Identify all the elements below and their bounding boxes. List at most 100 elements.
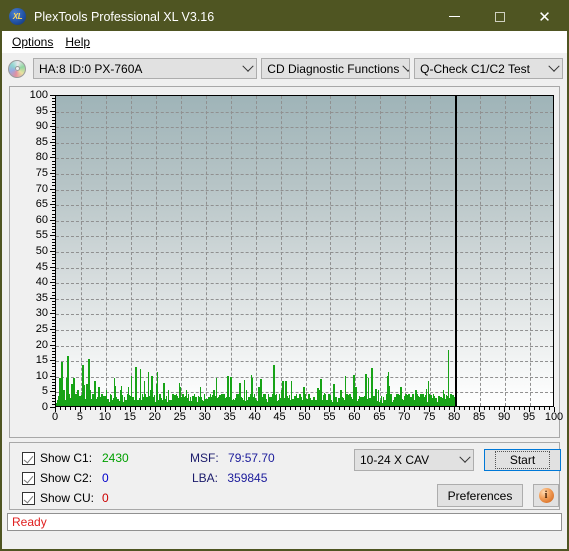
chart-y-tick-label: 5 bbox=[41, 385, 48, 398]
chart-y-tick bbox=[52, 294, 55, 296]
chart-y-tick bbox=[52, 332, 55, 334]
chart-y-tick bbox=[52, 119, 55, 121]
chart-gridline-h bbox=[56, 345, 553, 347]
chart-x-tick-label: 90 bbox=[497, 411, 511, 423]
chart-x-tick bbox=[189, 407, 191, 410]
chart-x-tick bbox=[99, 407, 101, 410]
chart-x-tick-label: 100 bbox=[544, 411, 564, 423]
chart-y-tick bbox=[52, 257, 55, 259]
preferences-button-label: Preferences bbox=[447, 488, 513, 503]
menu-help-label: Help bbox=[65, 35, 91, 49]
chart-gridline-h bbox=[56, 111, 553, 113]
chart-y-tick-label: 65 bbox=[35, 198, 48, 211]
chart-x-tick bbox=[219, 407, 221, 410]
chart-y-tick bbox=[50, 219, 55, 221]
chart-gridline-h bbox=[56, 314, 553, 316]
chart-x-tick-label: 75 bbox=[423, 411, 436, 423]
chart-y-tick bbox=[52, 154, 55, 156]
chart-x-tick bbox=[184, 407, 186, 410]
chart-y-tick-label: 30 bbox=[35, 307, 48, 320]
lba-label: LBA: bbox=[192, 471, 219, 485]
chart-x-tick-label: 80 bbox=[448, 411, 461, 423]
chart-y-tick-label: 45 bbox=[35, 260, 48, 273]
show-c2-checkbox[interactable] bbox=[22, 471, 35, 485]
chart-x-tick bbox=[384, 407, 386, 410]
chart-x-tick bbox=[59, 407, 61, 410]
chart-y-tick bbox=[52, 350, 55, 352]
msf-value: 79:57.70 bbox=[228, 451, 275, 465]
cu-value: 0 bbox=[102, 491, 109, 505]
show-c2-label: Show C2: bbox=[40, 471, 93, 485]
chart-x-tick bbox=[169, 407, 171, 410]
show-c1-checkbox[interactable] bbox=[22, 451, 35, 465]
show-c2-row[interactable]: Show C2: 0 bbox=[22, 471, 109, 485]
controls-panel: Show C1: 2430 Show C2: 0 Show CU: 0 MSF:… bbox=[9, 442, 561, 510]
chart-x-tick-label: 55 bbox=[323, 411, 336, 423]
chart-y-tick bbox=[52, 260, 55, 262]
test-select[interactable]: Q-Check C1/C2 Test bbox=[414, 58, 563, 79]
chart-x-tick bbox=[424, 407, 426, 410]
chart-x-tick bbox=[339, 407, 341, 410]
chart-y-tick bbox=[52, 369, 55, 371]
info-button[interactable]: i bbox=[533, 484, 559, 507]
chart-x-tick bbox=[264, 407, 266, 410]
chart-y-tick bbox=[52, 163, 55, 165]
chart-y-tick bbox=[52, 169, 55, 171]
show-cu-checkbox[interactable] bbox=[22, 491, 35, 505]
chart-x-tick bbox=[434, 407, 436, 410]
chart-x-tick bbox=[394, 407, 396, 410]
chart-x-tick-label: 20 bbox=[148, 411, 161, 423]
chart-y-tick bbox=[52, 176, 55, 178]
chart-x-tick bbox=[84, 407, 86, 410]
chart-gridline-h bbox=[56, 298, 553, 300]
chart-y-tick bbox=[52, 388, 55, 390]
chevron-down-icon bbox=[456, 451, 473, 464]
function-select[interactable]: CD Diagnostic Functions bbox=[261, 58, 411, 79]
chart-x-tick bbox=[549, 407, 550, 410]
chart-y-tick bbox=[52, 185, 55, 187]
speed-select[interactable]: 10-24 X CAV bbox=[354, 449, 474, 471]
menu-options[interactable]: Options bbox=[8, 33, 61, 51]
chart-x-tick-label: 40 bbox=[248, 411, 261, 423]
chart-y-tick bbox=[52, 101, 55, 103]
chart-y-tick bbox=[52, 98, 55, 100]
start-button[interactable]: Start bbox=[484, 449, 561, 471]
app-window: XL PlexTools Professional XL V3.16 ✕ Opt… bbox=[2, 2, 567, 549]
minimize-button[interactable] bbox=[432, 2, 477, 31]
lba-row: LBA: 359845 bbox=[192, 471, 267, 485]
show-cu-row[interactable]: Show CU: 0 bbox=[22, 491, 109, 505]
chart-y-tick bbox=[52, 316, 55, 318]
drive-select-value: HA:8 ID:0 PX-760A bbox=[39, 61, 143, 76]
drive-select[interactable]: HA:8 ID:0 PX-760A bbox=[33, 58, 258, 79]
maximize-button[interactable] bbox=[477, 2, 522, 31]
chart-x-tick bbox=[64, 407, 66, 410]
chart-y-tick bbox=[52, 400, 55, 402]
chart-y-tick bbox=[50, 141, 55, 143]
show-c1-label: Show C1: bbox=[40, 451, 93, 465]
menu-help[interactable]: Help bbox=[61, 33, 98, 51]
chart-y-tick bbox=[52, 191, 55, 193]
chart-y-tick-label: 90 bbox=[35, 120, 48, 133]
close-button[interactable]: ✕ bbox=[522, 2, 567, 31]
chart-gridline-h bbox=[56, 330, 553, 331]
c2-value: 0 bbox=[102, 471, 109, 485]
chart-x-tick bbox=[269, 407, 271, 410]
chart-y-tick-label: 70 bbox=[35, 182, 48, 195]
chart-x-tick-label: 70 bbox=[398, 411, 411, 423]
menu-bar: Options Help bbox=[2, 31, 567, 53]
chart-y-tick bbox=[52, 403, 55, 405]
chart-x-tick-label: 25 bbox=[173, 411, 186, 423]
chart-y-tick bbox=[50, 95, 55, 96]
preferences-button[interactable]: Preferences bbox=[437, 484, 523, 507]
menu-options-label: Options bbox=[12, 35, 54, 49]
chart-x-tick bbox=[484, 407, 486, 410]
show-c1-row[interactable]: Show C1: 2430 bbox=[22, 451, 129, 465]
chart-x-tick bbox=[419, 407, 421, 410]
chart-x-tick bbox=[464, 407, 466, 410]
start-button-label: Start bbox=[494, 451, 551, 469]
chart-x-tick bbox=[94, 407, 96, 410]
chart-y-tick bbox=[50, 282, 55, 284]
chart-x-tick bbox=[349, 407, 351, 410]
chart-x-tick bbox=[409, 407, 411, 410]
chart-y-tick bbox=[52, 222, 55, 224]
